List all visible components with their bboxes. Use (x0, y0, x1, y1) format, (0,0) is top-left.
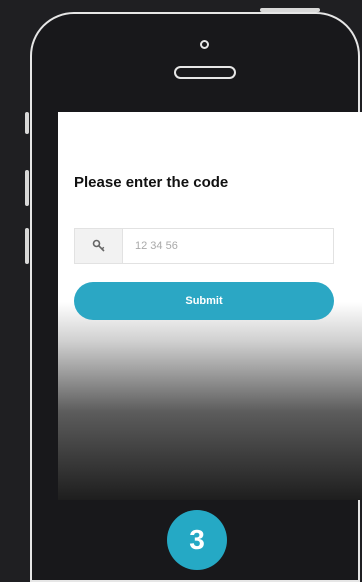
phone-mute-switch (25, 112, 29, 134)
code-field[interactable]: 12 34 56 (74, 228, 334, 264)
phone-volume-down-button (25, 228, 29, 264)
step-badge: 3 (167, 510, 227, 570)
phone-screen: Please enter the code 12 34 56 Submit (58, 112, 362, 500)
code-input[interactable]: 12 34 56 (123, 229, 333, 263)
camera-icon (200, 40, 209, 49)
phone-power-button (260, 8, 320, 12)
speaker-icon (174, 66, 236, 79)
key-icon (75, 229, 123, 263)
page-title: Please enter the code (74, 174, 229, 191)
submit-button[interactable]: Submit (74, 282, 334, 320)
phone-volume-up-button (25, 170, 29, 206)
